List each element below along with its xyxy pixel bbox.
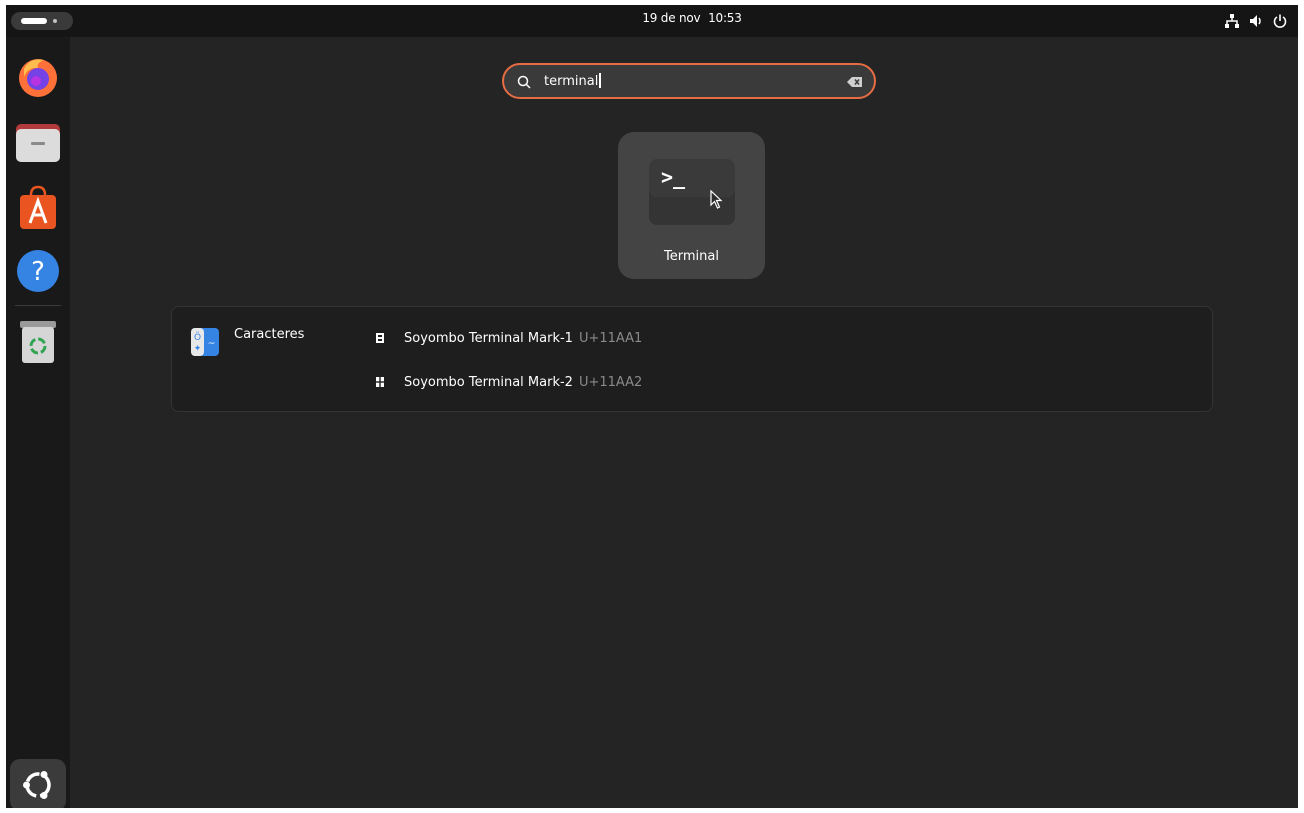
search-text: terminal (544, 73, 602, 89)
search-icon (517, 75, 531, 89)
svg-text:?: ? (31, 257, 45, 287)
character-name: Soyombo Terminal Mark-1 (404, 330, 573, 346)
help-icon[interactable]: ? (13, 246, 63, 296)
search-provider-results: Ö ✦ ~ Caracteres Soyombo Terminal Mark-1… (171, 306, 1213, 412)
character-name: Soyombo Terminal Mark-2 (404, 374, 573, 390)
firefox-icon[interactable] (13, 52, 63, 102)
mouse-pointer-icon (710, 190, 723, 209)
show-apps-button[interactable] (10, 759, 66, 808)
app-result-label: Terminal (664, 249, 719, 264)
top-bar: 19 de nov 10:53 (6, 5, 1298, 37)
workspace-active-indicator (21, 18, 47, 24)
svg-text:✦: ✦ (194, 344, 202, 354)
ubuntu-logo-icon (23, 771, 51, 799)
character-result[interactable]: Soyombo Terminal Mark-2 U+11AA2 (376, 372, 642, 392)
desktop-screen: 19 de nov 10:53 ? terminal >_ Terminal Ö… (6, 5, 1298, 808)
character-codepoint: U+11AA1 (578, 330, 643, 346)
dock: ? (6, 37, 70, 808)
activities-button[interactable] (11, 12, 73, 30)
app-result-terminal[interactable]: >_ Terminal (618, 132, 765, 279)
files-icon[interactable] (13, 117, 63, 167)
clear-text-icon[interactable] (846, 74, 864, 90)
soyombo-mark-2-glyph-icon (376, 377, 384, 387)
clock-time: 10:53 (708, 11, 742, 25)
search-input[interactable]: terminal (502, 63, 876, 99)
terminal-prompt: >_ (661, 165, 686, 189)
trash-icon[interactable] (13, 317, 63, 367)
clock[interactable]: 19 de nov 10:53 (606, 11, 778, 25)
soyombo-mark-1-glyph-icon (376, 333, 384, 343)
workspace-dot (53, 19, 57, 23)
dock-separator (15, 305, 61, 306)
volume-icon (1250, 15, 1261, 27)
svg-text:~: ~ (208, 339, 216, 349)
characters-app-icon[interactable]: Ö ✦ ~ (190, 327, 220, 357)
network-icon (1225, 14, 1239, 28)
character-result[interactable]: Soyombo Terminal Mark-1 U+11AA1 (376, 328, 642, 348)
provider-name: Caracteres (234, 327, 305, 342)
system-tray[interactable] (1224, 11, 1288, 31)
power-icon (1273, 14, 1287, 28)
app-center-icon[interactable] (13, 183, 63, 233)
character-codepoint: U+11AA2 (578, 374, 643, 390)
clock-date: 19 de nov (642, 11, 701, 25)
svg-text:Ö: Ö (194, 332, 201, 343)
